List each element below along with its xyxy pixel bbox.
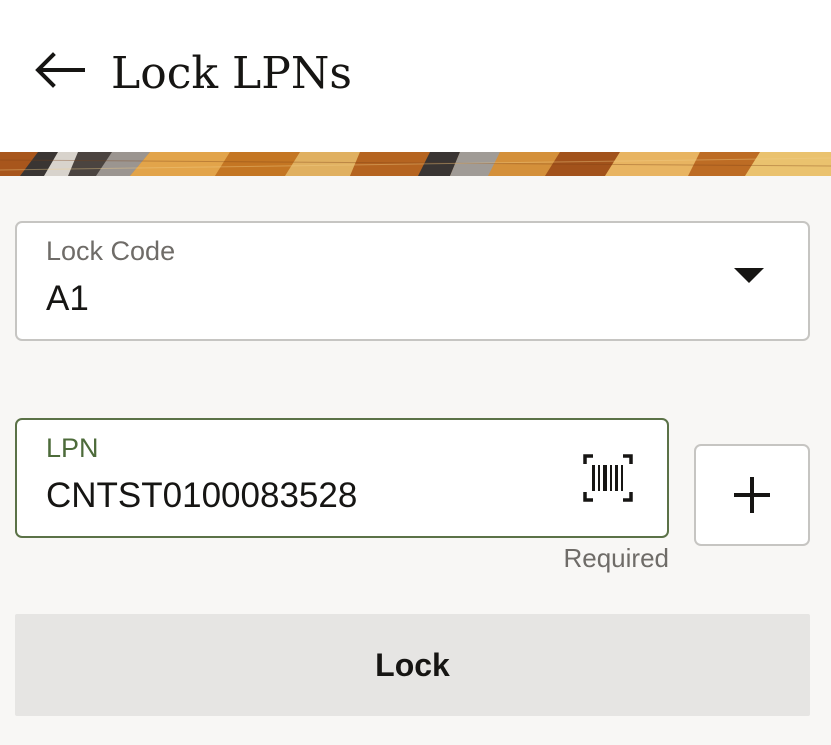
plus-icon [734, 477, 770, 513]
lock-button[interactable]: Lock [15, 614, 810, 716]
lock-code-value: A1 [46, 279, 89, 318]
lpn-field: LPN [15, 418, 669, 538]
barcode-scan-icon [583, 454, 633, 502]
lpn-required-hint: Required [563, 543, 669, 573]
lock-code-label: Lock Code [46, 236, 176, 266]
dropdown-arrow-icon [734, 268, 764, 283]
arrow-left-icon [35, 52, 85, 88]
lpn-input[interactable] [46, 474, 546, 518]
add-lpn-button[interactable] [694, 444, 810, 546]
barcode-scan-button[interactable] [583, 454, 633, 502]
lock-code-select[interactable]: Lock Code A1 [15, 221, 810, 341]
decorative-banner [0, 152, 831, 176]
page-title: Lock LPNs [111, 48, 352, 99]
lpn-label: LPN [46, 433, 99, 463]
back-button[interactable] [26, 44, 92, 96]
app-header: Lock LPNs [0, 0, 831, 152]
